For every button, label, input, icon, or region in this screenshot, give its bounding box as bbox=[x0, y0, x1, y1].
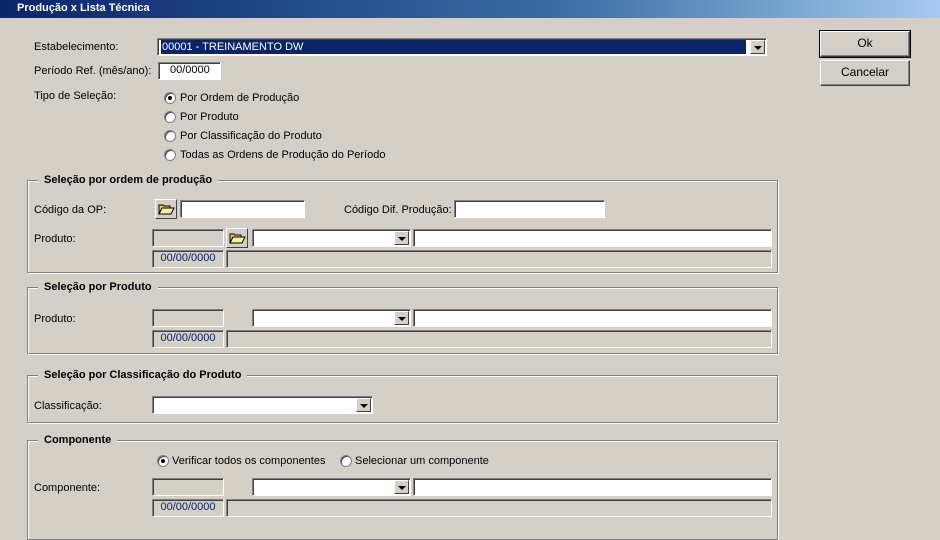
componente-combo[interactable] bbox=[252, 478, 411, 496]
radio-por-produto-label[interactable]: Por Produto bbox=[180, 110, 239, 124]
radio-um-componente[interactable] bbox=[340, 455, 352, 467]
componente-info-field bbox=[226, 499, 772, 517]
estabelecimento-value: 00001 - TREINAMENTO DW bbox=[161, 40, 746, 54]
produto-ordem-combo[interactable] bbox=[252, 229, 411, 247]
codigo-op-label: Código da OP: bbox=[34, 204, 107, 216]
periodo-field[interactable]: 00/0000 bbox=[158, 62, 221, 80]
radio-por-classificacao-label[interactable]: Por Classificação do Produto bbox=[180, 129, 322, 143]
cancel-button[interactable]: Cancelar bbox=[820, 60, 910, 86]
produto-ordem-label: Produto: bbox=[34, 233, 76, 245]
group-componente-title: Componente bbox=[38, 433, 118, 447]
radio-todos-componentes[interactable] bbox=[157, 455, 169, 467]
produto-ordem-code-field bbox=[152, 229, 224, 247]
ok-button[interactable]: Ok bbox=[819, 30, 911, 58]
codigo-op-browse-button[interactable] bbox=[155, 199, 177, 219]
produto-info-field bbox=[226, 330, 772, 348]
chevron-down-icon[interactable] bbox=[394, 480, 409, 494]
chevron-down-icon[interactable] bbox=[356, 398, 371, 412]
radio-por-classificacao[interactable] bbox=[164, 130, 176, 142]
group-ordem-title: Seleção por ordem de produção bbox=[38, 173, 219, 187]
produto-ordem-description-field[interactable] bbox=[413, 229, 772, 247]
chevron-down-icon[interactable] bbox=[394, 311, 409, 325]
estabelecimento-combo[interactable]: 00001 - TREINAMENTO DW bbox=[157, 38, 767, 56]
componente-code-field bbox=[152, 478, 224, 496]
folder-open-icon bbox=[229, 233, 246, 244]
group-classificacao-title: Seleção por Classificação do Produto bbox=[38, 368, 248, 382]
classificacao-combo[interactable] bbox=[152, 396, 373, 414]
folder-open-icon bbox=[158, 204, 175, 215]
radio-por-ordem-label[interactable]: Por Ordem de Produção bbox=[180, 91, 299, 105]
componente-label: Componente: bbox=[34, 482, 101, 494]
produto-combo[interactable] bbox=[252, 309, 411, 327]
produto-label: Produto: bbox=[34, 313, 76, 325]
radio-um-componente-label[interactable]: Selecionar um componente bbox=[355, 454, 489, 468]
periodo-label: Período Ref. (mês/ano): bbox=[34, 65, 152, 77]
chevron-down-icon[interactable] bbox=[394, 231, 409, 245]
produto-ordem-info-field bbox=[226, 250, 772, 268]
radio-todas-ordens-label[interactable]: Todas as Ordens de Produção do Período bbox=[180, 148, 385, 162]
radio-todas-ordens[interactable] bbox=[164, 149, 176, 161]
radio-por-ordem[interactable] bbox=[164, 92, 176, 104]
chevron-down-icon[interactable] bbox=[750, 40, 765, 54]
produto-ordem-date: 00/00/0000 bbox=[152, 250, 224, 268]
produto-code-field bbox=[152, 309, 224, 327]
codigo-dif-field[interactable] bbox=[454, 200, 605, 218]
produto-description-field[interactable] bbox=[413, 309, 772, 327]
componente-date: 00/00/0000 bbox=[152, 499, 224, 517]
window-title: Produção x Lista Técnica bbox=[17, 2, 150, 14]
title-bar: Produção x Lista Técnica bbox=[0, 0, 940, 18]
codigo-dif-label: Código Dif. Produção: bbox=[344, 204, 452, 216]
group-produto-title: Seleção por Produto bbox=[38, 280, 158, 294]
group-classificacao: Seleção por Classificação do Produto bbox=[27, 368, 778, 423]
produto-ordem-browse-button[interactable] bbox=[226, 228, 248, 248]
radio-por-produto[interactable] bbox=[164, 111, 176, 123]
codigo-op-field[interactable] bbox=[180, 200, 305, 218]
produto-date: 00/00/0000 bbox=[152, 330, 224, 348]
classificacao-label: Classificação: bbox=[34, 400, 102, 412]
radio-todos-componentes-label[interactable]: Verificar todos os componentes bbox=[172, 454, 325, 468]
componente-description-field[interactable] bbox=[413, 478, 772, 496]
estabelecimento-label: Estabelecimento: bbox=[34, 41, 119, 53]
tipo-selecao-label: Tipo de Seleção: bbox=[34, 90, 117, 102]
